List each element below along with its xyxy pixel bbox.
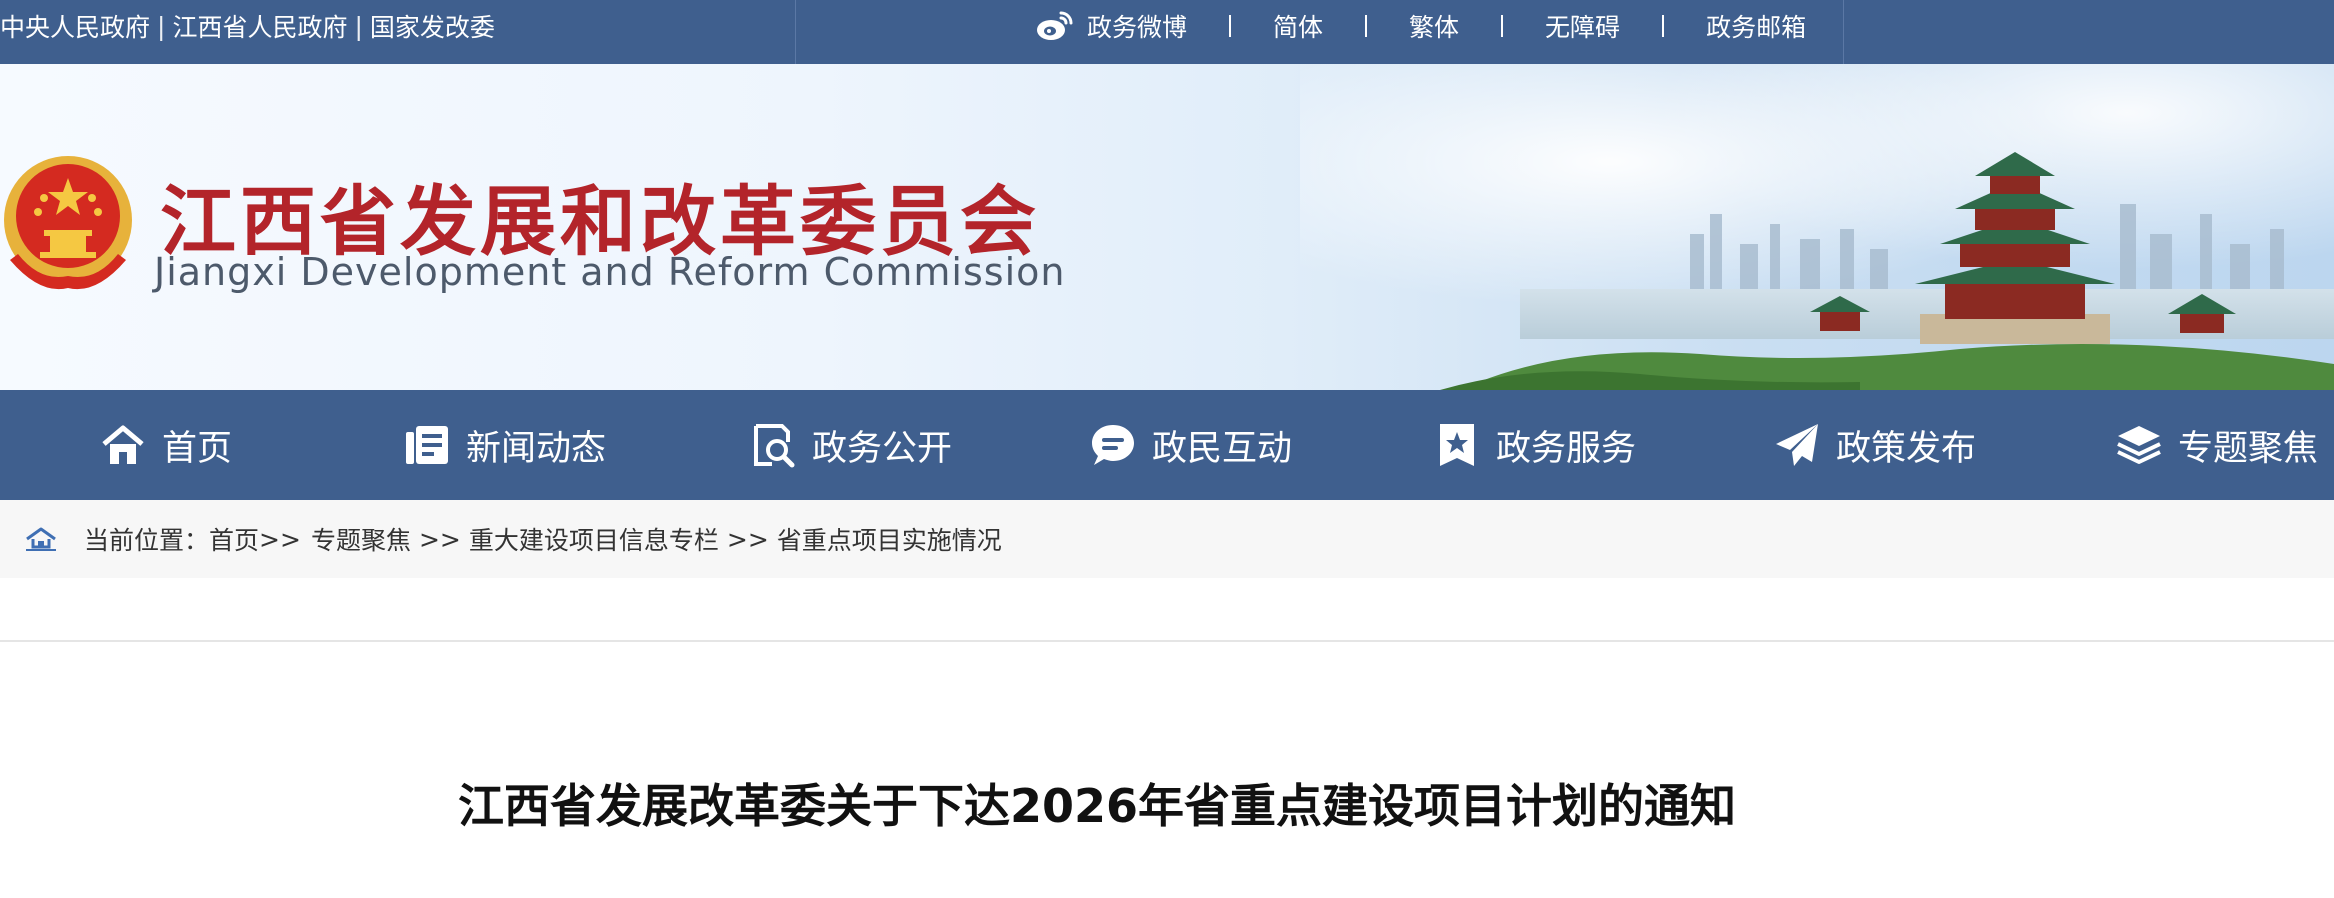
breadcrumb-separator: >> [418,524,461,554]
pavilion-skyline-image [1440,152,2334,390]
divider [1365,15,1368,37]
traditional-chinese-link[interactable]: 繁体 [1409,8,1459,44]
divider [795,0,796,64]
weibo-icon [1037,11,1073,40]
breadcrumb-separator: >> [259,524,301,554]
nav-item-topics[interactable]: 专题聚焦 [2116,390,2318,500]
divider [1501,15,1504,37]
nav-label: 政民互动 [1152,428,1293,469]
layers-icon [2117,426,2161,464]
accessibility-link[interactable]: 无障碍 [1545,8,1620,44]
nav-label: 政务公开 [812,428,953,469]
gov-mail-link[interactable]: 政务邮箱 [1706,8,1806,44]
content-divider [0,640,2334,642]
top-right-links: 政务微博 简体 繁体 无障碍 政务邮箱 [1035,0,1806,52]
separator: | [354,11,363,41]
national-emblem-icon[interactable] [0,150,136,300]
nav-item-policy[interactable]: 政策发布 [1774,390,1976,500]
breadcrumb-home[interactable]: 首页 [209,521,259,557]
nav-label: 政策发布 [1836,428,1977,469]
simplified-chinese-link[interactable]: 简体 [1273,8,1323,44]
breadcrumb-current[interactable]: 省重点项目实施情况 [777,521,1002,557]
nav-item-home[interactable]: 首页 [100,390,232,500]
link-ndrc[interactable]: 国家发改委 [370,8,495,44]
nav-label: 首页 [162,428,233,469]
main-nav: 首页 新闻动态 政务公开 政民互动 政务服务 政策发布 专题聚焦 [0,390,2334,500]
nav-item-interaction[interactable]: 政民互动 [1090,390,1292,500]
home-icon [102,425,144,464]
chat-bubble-icon [1092,425,1134,465]
nav-label: 专题聚焦 [2178,428,2319,469]
nav-item-gov-affairs[interactable]: 政务公开 [750,390,952,500]
breadcrumb: 当前位置： 首页 >> 专题聚焦 >> 重大建设项目信息专栏 >> 省重点项目实… [24,500,1002,578]
weibo-label: 政务微博 [1087,13,1188,42]
link-central-government[interactable]: 中央人民政府 [0,8,150,44]
nav-item-news[interactable]: 新闻动态 [404,390,606,500]
search-document-icon [754,424,795,468]
separator: | [157,11,166,41]
article-title: 江西省发展改革委关于下达2026年省重点建设项目计划的通知 [457,779,1737,833]
divider [1229,15,1232,37]
top-bar: 中央人民政府 | 江西省人民政府 | 国家发改委 政务微博 简体 繁体 无障碍 … [0,0,2334,64]
paper-plane-icon [1776,424,1818,466]
divider [1662,15,1665,37]
breadcrumb-bar: 当前位置： 首页 >> 专题聚焦 >> 重大建设项目信息专栏 >> 省重点项目实… [0,500,2334,578]
breadcrumb-topics[interactable]: 专题聚焦 [311,521,411,557]
news-icon [406,426,448,464]
star-bookmark-icon [1440,424,1474,466]
site-banner: 江西省发展和改革委员会 Jiangxi Development and Refo… [0,64,2334,390]
nav-label: 政务服务 [1496,428,1637,469]
weibo-link[interactable]: 政务微博 [1035,8,1187,44]
breadcrumb-prefix: 当前位置： [84,526,210,555]
home-icon[interactable] [24,525,58,553]
breadcrumb-separator: >> [726,524,769,554]
nav-label: 新闻动态 [466,428,607,469]
top-links: 中央人民政府 | 江西省人民政府 | 国家发改委 [0,0,495,52]
breadcrumb-major-projects[interactable]: 重大建设项目信息专栏 [469,521,719,557]
link-jiangxi-government[interactable]: 江西省人民政府 [172,8,347,44]
nav-item-services[interactable]: 政务服务 [1434,390,1636,500]
site-title-en: Jiangxi Development and Reform Commissio… [154,250,1066,294]
divider [1843,0,1844,64]
